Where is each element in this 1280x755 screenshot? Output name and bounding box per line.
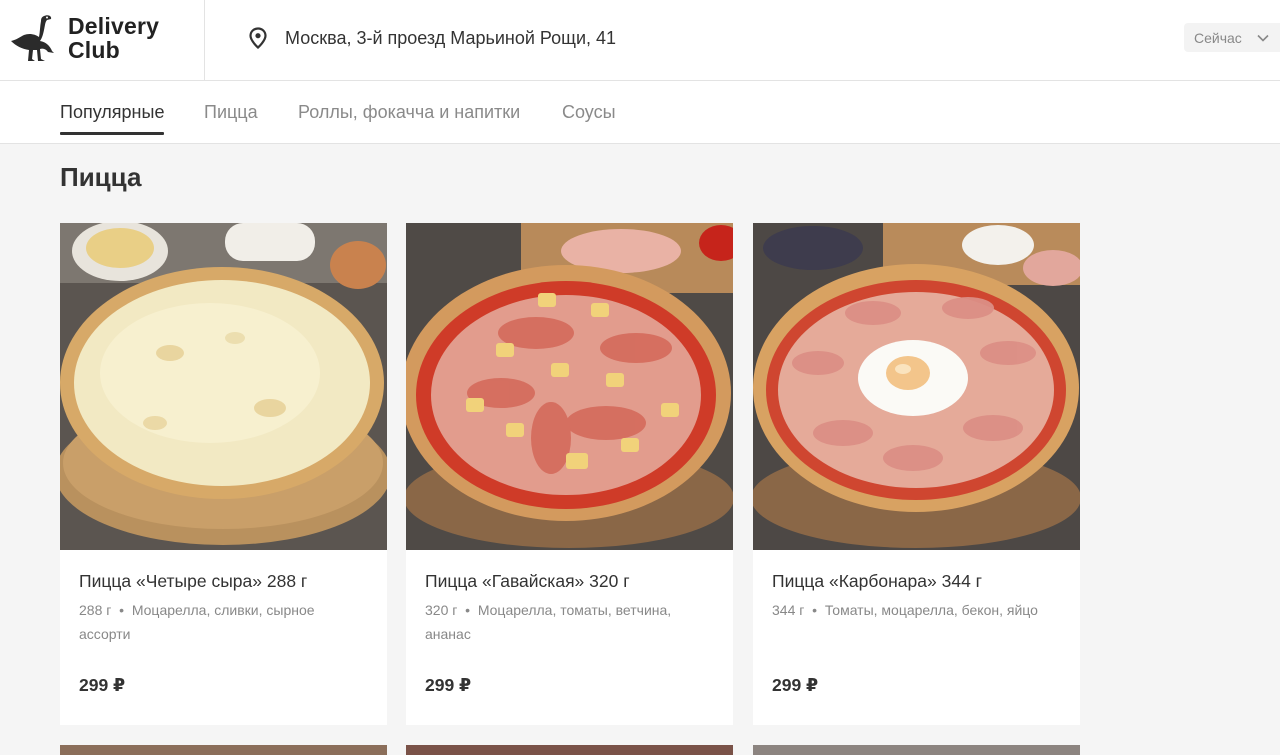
address-text: Москва, 3-й проезд Марьиной Рощи, 41	[285, 27, 617, 48]
address-selector[interactable]: Москва, 3-й проезд Марьиной Рощи, 41	[248, 25, 616, 51]
header: Delivery Club Москва, 3-й проезд Марьино…	[0, 0, 1280, 81]
product-price: 299 ₽	[772, 675, 819, 695]
carbonara-pizza-image	[753, 223, 1080, 550]
bullet-separator: •	[808, 602, 821, 618]
product-name: Пицца «Гавайская» 320 г	[425, 571, 630, 591]
product-weight: 344 г	[772, 602, 805, 618]
product-name: Пицца «Четыре сыра» 288 г	[79, 571, 308, 591]
section-title: Пицца	[60, 162, 142, 192]
logo-text: Delivery Club	[68, 14, 159, 62]
product-price: 299 ₽	[425, 675, 472, 695]
four-cheese-pizza-image	[60, 223, 387, 550]
product-card[interactable]: Пицца «Карбонара» 344 г 344 г • Томаты, …	[753, 223, 1080, 725]
bullet-separator: •	[461, 602, 474, 618]
hawaiian-pizza-image	[406, 223, 733, 550]
product-description: 320 г • Моцарелла, томаты, ветчина, анан…	[425, 598, 715, 646]
product-name: Пицца «Карбонара» 344 г	[772, 571, 983, 591]
tab-sauces[interactable]: Соусы	[562, 81, 616, 144]
location-pin-icon	[249, 27, 267, 49]
tab-popular[interactable]: Популярные	[60, 81, 165, 144]
product-ingredients: Томаты, моцарелла, бекон, яйцо	[824, 602, 1038, 618]
logo[interactable]: Delivery Club	[0, 0, 205, 81]
chevron-down-icon	[1257, 34, 1269, 42]
product-card[interactable]: Пицца «Гавайская» 320 г 320 г • Моцарелл…	[406, 223, 733, 725]
bullet-separator: •	[115, 602, 128, 618]
product-weight: 320 г	[425, 602, 458, 618]
next-product-card-peek	[60, 745, 387, 755]
product-price: 299 ₽	[79, 675, 126, 695]
product-description: 288 г • Моцарелла, сливки, сырное ассорт…	[79, 598, 369, 646]
product-card[interactable]: Пицца «Четыре сыра» 288 г 288 г • Моцаре…	[60, 223, 387, 725]
tab-rolls-focaccia-drinks[interactable]: Роллы, фокачча и напитки	[298, 81, 520, 144]
delivery-time-select[interactable]: Сейчас	[1184, 23, 1280, 52]
tab-pizza[interactable]: Пицца	[204, 81, 258, 144]
next-product-card-peek	[406, 745, 733, 755]
ostrich-icon	[11, 15, 54, 61]
delivery-time-value: Сейчас	[1194, 29, 1242, 46]
logo-line-2: Club	[68, 37, 120, 63]
product-weight: 288 г	[79, 602, 112, 618]
next-product-card-peek	[753, 745, 1080, 755]
product-description: 344 г • Томаты, моцарелла, бекон, яйцо	[772, 598, 1062, 622]
category-tabs: Популярные Пицца Роллы, фокачча и напитк…	[0, 81, 1280, 144]
logo-line-1: Delivery	[68, 13, 160, 39]
